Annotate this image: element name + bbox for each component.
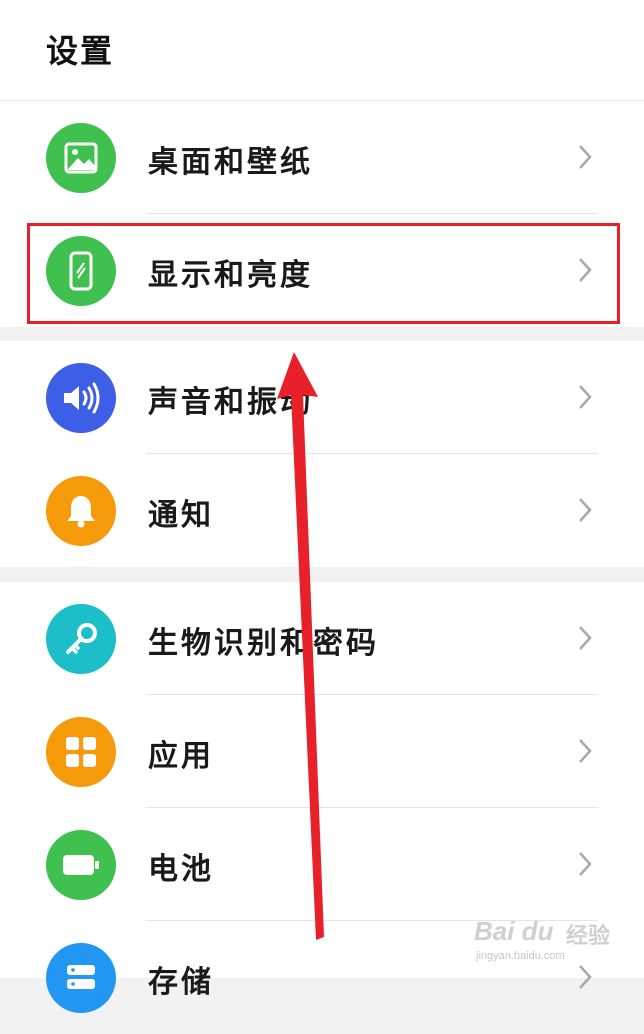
watermark-url: jingyan.baidu.com — [476, 950, 565, 962]
watermark: Bai du 经验 jingyan.baidu.com — [474, 906, 624, 966]
watermark-brand-cn: 经验 — [566, 923, 611, 948]
arrow-annotation — [277, 352, 324, 940]
watermark-brand: Bai du — [474, 916, 554, 946]
